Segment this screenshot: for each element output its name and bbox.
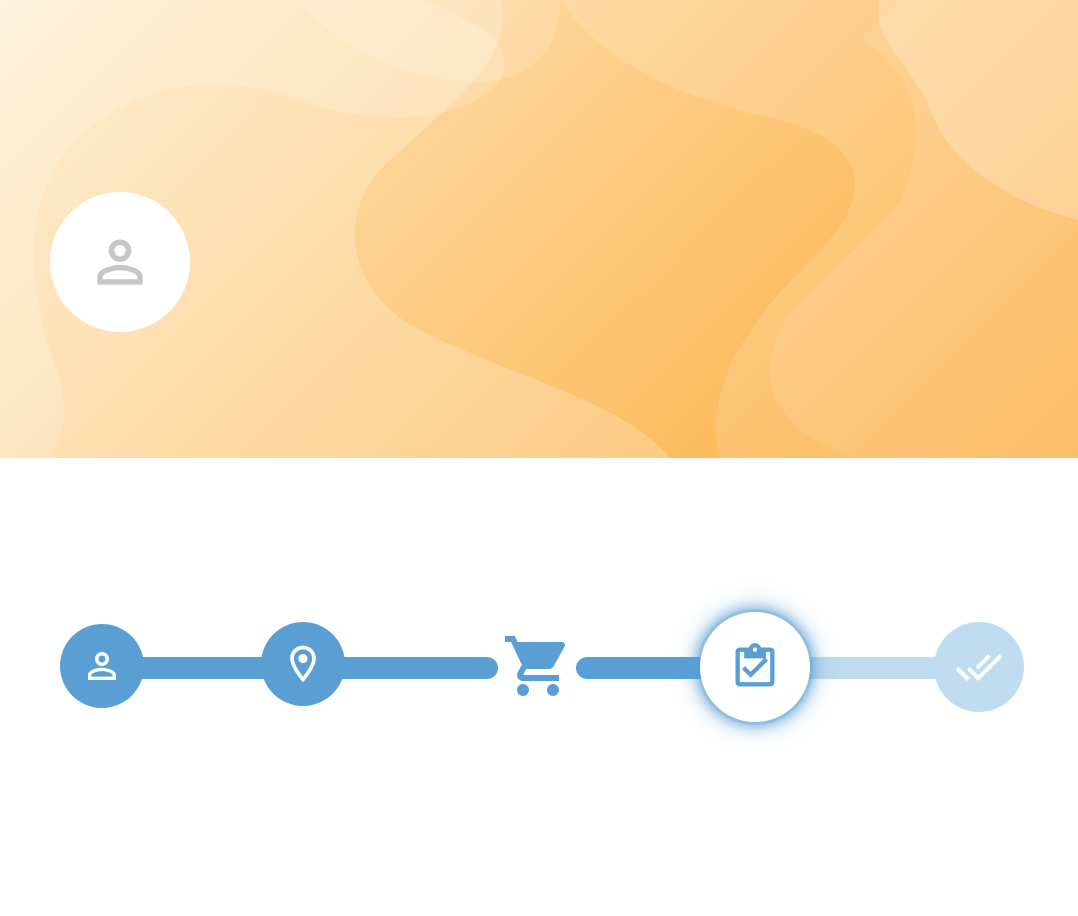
step-cart[interactable]	[500, 628, 576, 704]
step-complete[interactable]	[934, 622, 1024, 712]
clipboard-check-icon	[735, 643, 775, 687]
order-progress-stepper	[0, 600, 1078, 740]
step-address[interactable]	[261, 622, 345, 706]
step-account[interactable]	[60, 624, 144, 708]
step-review[interactable]	[700, 612, 810, 722]
shopping-cart-icon	[505, 636, 566, 696]
user-avatar[interactable]	[50, 192, 190, 332]
step-connector-1	[130, 657, 280, 679]
location-pin-icon	[290, 645, 316, 683]
double-check-icon	[955, 654, 1003, 681]
person-outline-icon	[97, 239, 143, 285]
step-connector-3	[576, 657, 716, 679]
person-icon	[88, 652, 116, 680]
step-connector-4	[800, 657, 950, 679]
profile-banner	[0, 0, 1078, 458]
step-connector-2	[330, 657, 498, 679]
